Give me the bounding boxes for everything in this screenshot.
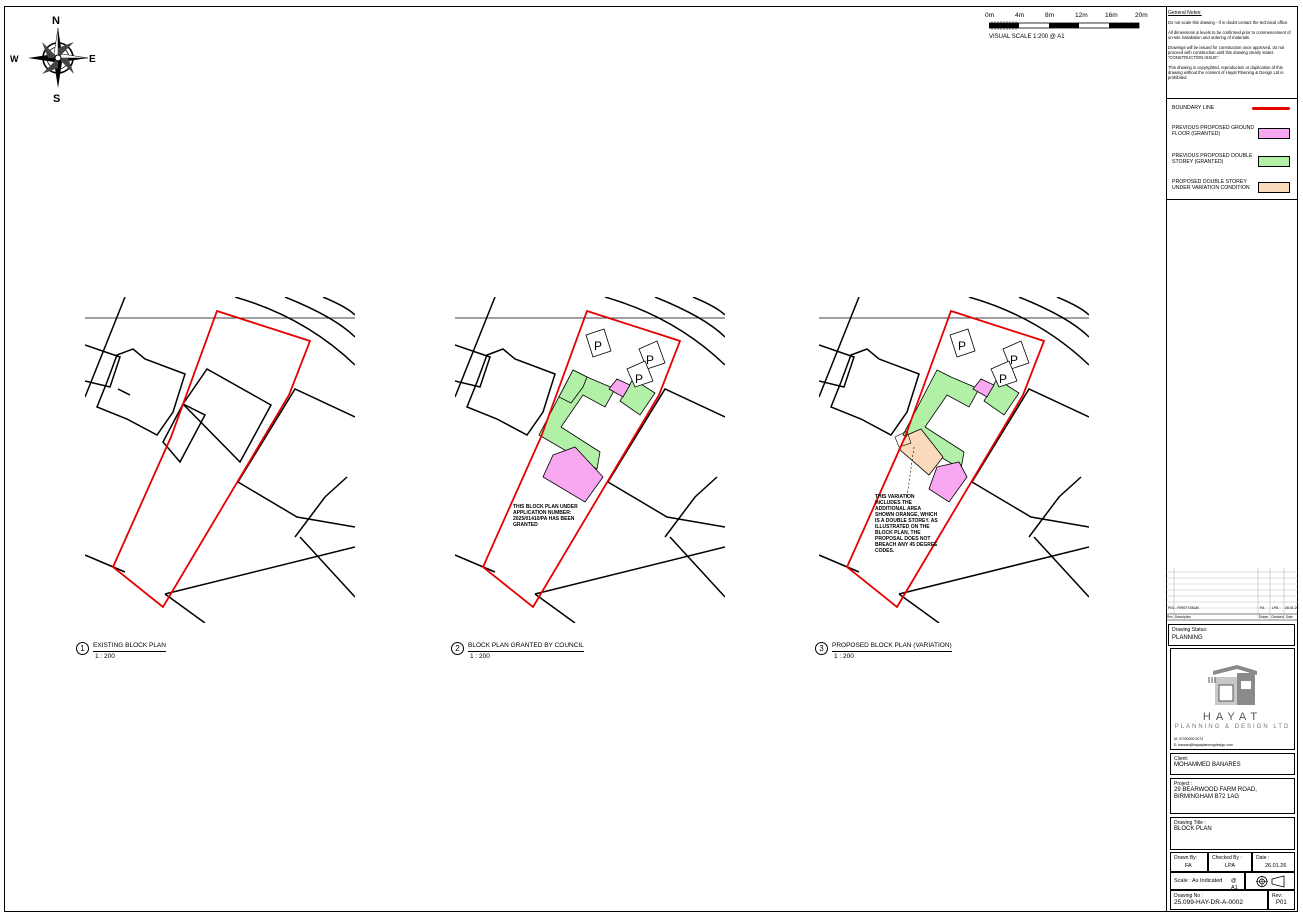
plan-granted: P P P THIS BLOCK PLAN UNDER APPLICATION …	[455, 297, 725, 623]
north-arrow-compass: N S E W	[8, 12, 100, 105]
variation-swatch	[1258, 182, 1290, 193]
third-angle-projection-icon	[1256, 875, 1285, 888]
plan-number-3: 3	[815, 642, 828, 655]
parking-label: P	[635, 372, 643, 386]
checked-by: LPA	[1225, 863, 1235, 869]
drawing-number-box: Drawing No : 25.099-HAY-DR-A-0002	[1170, 890, 1268, 910]
ground-floor-swatch	[1258, 128, 1290, 139]
logo-name: HAYAT	[1202, 711, 1263, 723]
parking-label: P	[958, 339, 966, 353]
parking-label: P	[999, 372, 1007, 386]
scale-tick-label: 20m	[1135, 12, 1148, 19]
plan-note-variation: THIS VARIATION INCLUDES THE ADDITIONAL A…	[875, 494, 938, 554]
revision-header-rev: Rev	[1167, 615, 1173, 619]
legend-item-double-storey: PREVIOUS PROPOSED DOUBLE STOREY (GRANTED…	[1172, 153, 1292, 173]
general-note: This drawing is copyrighted, reproductio…	[1168, 65, 1284, 80]
revision-box: Rev: P01	[1268, 890, 1295, 910]
project-address: 29 BEARWOOD FARM ROAD, BIRMINGHAM B72 1A…	[1174, 787, 1257, 800]
logo-phone: M: 07000000 0074	[1174, 737, 1204, 741]
boundary-line-swatch	[1252, 107, 1290, 110]
drawn-by: FA	[1185, 863, 1192, 869]
drawing-title: BLOCK PLAN	[1174, 826, 1212, 832]
revision-date: 26.01.26	[1285, 606, 1299, 610]
plan-scale-2: 1 : 200	[470, 653, 490, 660]
compass-w: W	[10, 54, 19, 64]
plan-existing	[85, 297, 355, 623]
drawing-status-box: Drawing Status: PLANNING	[1168, 624, 1295, 646]
scale-tick-label: 0m	[985, 12, 995, 19]
double-storey-swatch	[1258, 156, 1290, 167]
compass-rose-icon: N S E W	[10, 15, 96, 105]
legend-item-ground-floor: PREVIOUS PROPOSED GROUND FLOOR (GRANTED)	[1172, 125, 1292, 145]
legend: BOUNDARY LINE PREVIOUS PROPOSED GROUND F…	[1166, 98, 1298, 200]
projection-box	[1245, 872, 1295, 890]
general-notes: General Notes: Do not scale this drawing…	[1168, 10, 1293, 85]
scale-tick-label: 8m	[1045, 12, 1055, 19]
revision-header-checked: Checked	[1271, 615, 1284, 619]
legend-item-boundary: BOUNDARY LINE	[1172, 105, 1292, 125]
scale-label: VISUAL SCALE 1:200 @ A1	[989, 34, 1065, 40]
revision-by: FA	[1260, 606, 1265, 610]
scale-box: Scale : As Indicated @ A1	[1170, 872, 1245, 891]
revision-code: P01	[1276, 900, 1287, 906]
revision-chk: LPA	[1272, 606, 1279, 610]
hayat-logo-icon	[1208, 665, 1257, 705]
scale-tick-label: 12m	[1075, 12, 1088, 19]
plan-variation: P P P THIS VARIATION INCLUDES THE ADDITI…	[819, 297, 1089, 623]
project-box: Project : 29 BEARWOOD FARM ROAD, BIRMING…	[1170, 778, 1295, 814]
revision-entry: P01 - FIRST ISSUE	[1168, 606, 1199, 610]
logo-subtitle: PLANNING & DESIGN LTD	[1174, 724, 1291, 730]
parking-label: P	[1010, 353, 1018, 367]
plan-number-1: 1	[76, 642, 89, 655]
client-name: MOHAMMED BANARES	[1174, 762, 1241, 768]
general-notes-heading: General Notes:	[1168, 10, 1202, 16]
general-note: Do not scale this drawing - If in doubt …	[1168, 20, 1289, 25]
scale-bar-graphic	[989, 21, 1140, 30]
plan-scale-3: 1 : 200	[834, 653, 854, 660]
compass-e: E	[89, 54, 96, 65]
logo-email: E: hassan@hayatplanningdesign.com	[1174, 743, 1233, 747]
revision-header-desc: Description	[1175, 615, 1191, 619]
general-note: Drawings will be issued for construction…	[1168, 45, 1285, 60]
drawing-title-box: Drawing Title : BLOCK PLAN	[1170, 817, 1295, 850]
client-box: Client: MOHAMMED BANARES	[1170, 753, 1295, 775]
plan-title-2: BLOCK PLAN GRANTED BY COUNCIL	[468, 642, 584, 652]
scale-tick-label: 16m	[1105, 12, 1118, 19]
legend-item-variation: PROPOSED DOUBLE STOREY UNDER VARIATION C…	[1172, 179, 1292, 199]
date-box: Date : 26.01.26	[1252, 852, 1295, 872]
company-logo-box: HAYAT PLANNING & DESIGN LTD M: 07000000 …	[1170, 648, 1295, 750]
drawing-status: PLANNING	[1172, 635, 1203, 641]
revision-header-drawn: Drawn	[1259, 615, 1269, 619]
parking-label: P	[646, 353, 654, 367]
drawing-date: 26.01.26	[1265, 863, 1287, 869]
scale-tick-labels: 0m 4m 8m 12m 16m 20m	[985, 12, 1165, 20]
revision-table: P01 - FIRST ISSUE FA LPA 26.01.26 Rev De…	[1166, 568, 1299, 624]
scale-bar: 0m 4m 8m 12m 16m 20m VISUAL SCALE 1:200 @ A1	[985, 12, 1165, 48]
revision-header-date: Date	[1286, 615, 1293, 619]
scale-tick-label: 4m	[1015, 12, 1025, 19]
existing-block-plan-drawing	[85, 297, 355, 623]
granted-block-plan-drawing: P P P	[455, 297, 725, 623]
drawing-number: 25.099-HAY-DR-A-0002	[1174, 899, 1244, 906]
compass-n: N	[52, 15, 60, 27]
checked-by-box: Checked By : LPA	[1208, 852, 1252, 872]
plan-scale-1: 1 : 200	[95, 653, 115, 660]
general-note: All dimensions & levels to be confirmed …	[1168, 30, 1291, 40]
plan-number-2: 2	[451, 642, 464, 655]
plan-title-3: PROPOSED BLOCK PLAN (VARIATION)	[832, 642, 952, 652]
parking-label: P	[594, 339, 602, 353]
variation-block-plan-drawing: P P P	[819, 297, 1089, 623]
plan-note-granted: THIS BLOCK PLAN UNDER APPLICATION NUMBER…	[513, 504, 578, 528]
plan-title-1: EXISTING BLOCK PLAN	[93, 642, 166, 652]
drawn-by-box: Drawn By: FA	[1170, 852, 1208, 872]
compass-s: S	[53, 93, 60, 104]
drawing-scale: Scale : As Indicated	[1174, 878, 1223, 884]
